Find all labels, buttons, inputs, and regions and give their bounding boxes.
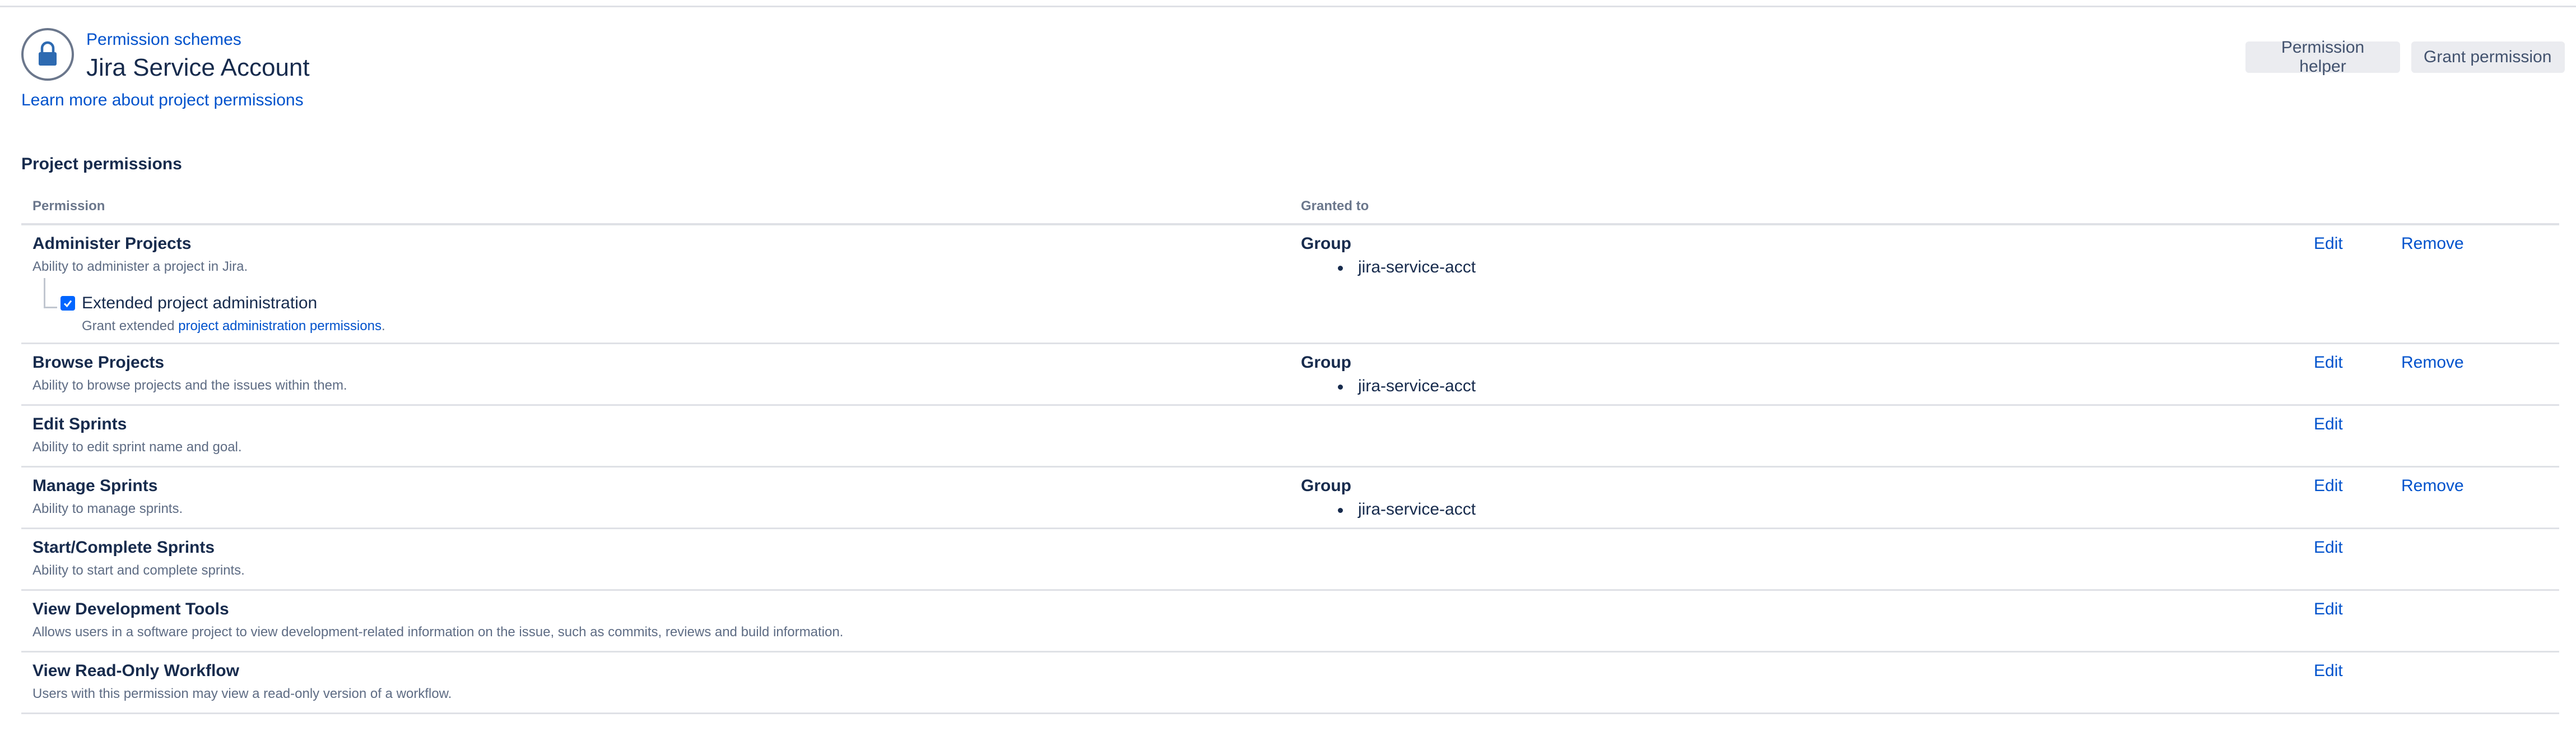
permission-name: Browse Projects — [32, 353, 165, 372]
permission-description: Ability to manage sprints. — [32, 501, 183, 516]
breadcrumb-permission-schemes[interactable]: Permission schemes — [86, 30, 241, 49]
remove-link[interactable]: Remove — [2401, 476, 2464, 496]
edit-link[interactable]: Edit — [2314, 600, 2343, 619]
edit-link[interactable]: Edit — [2314, 476, 2343, 496]
permission-description: Ability to browse projects and the issue… — [32, 378, 347, 393]
edit-link[interactable]: Edit — [2314, 353, 2343, 372]
permission-name: View Read-Only Workflow — [32, 661, 239, 680]
permission-description: Ability to administer a project in Jira. — [32, 259, 248, 274]
permission-name: Administer Projects — [32, 234, 192, 253]
permission-name: Edit Sprints — [32, 415, 127, 433]
edit-link[interactable]: Edit — [2314, 234, 2343, 253]
column-header-permission: Permission — [32, 198, 105, 214]
extended-admin-hint: Grant extended project administration pe… — [82, 318, 385, 334]
hint-suffix: . — [381, 318, 385, 334]
lock-icon — [39, 41, 57, 66]
bullet — [1338, 266, 1343, 271]
permission-description: Ability to edit sprint name and goal. — [32, 439, 242, 455]
table-header: Permission Granted to — [21, 191, 2559, 225]
project-admin-permissions-link[interactable]: project administration permissions — [178, 318, 382, 334]
permission-helper-button[interactable]: Permission helper — [2245, 38, 2400, 76]
edit-link[interactable]: Edit — [2314, 415, 2343, 434]
permissions-table: Permission Granted to Administer Project… — [21, 191, 2559, 714]
checkmark-icon — [63, 300, 72, 308]
permission-description: Users with this permission may view a re… — [32, 686, 452, 701]
edit-link[interactable]: Edit — [2314, 661, 2343, 681]
table-row: Edit Sprints Ability to edit sprint name… — [21, 406, 2559, 468]
permission-name: Manage Sprints — [32, 476, 158, 495]
remove-link[interactable]: Remove — [2401, 234, 2464, 253]
bullet — [1338, 385, 1343, 390]
table-row: Administer Projects Ability to administe… — [21, 225, 2559, 344]
bullet — [1338, 508, 1343, 513]
permission-description: Allows users in a software project to vi… — [32, 624, 844, 640]
table-row: View Read-Only Workflow Users with this … — [21, 653, 2559, 714]
group-member: jira-service-acct — [1358, 500, 1476, 519]
extended-admin-checkbox[interactable] — [61, 296, 75, 311]
group-member: jira-service-acct — [1358, 258, 1476, 276]
table-row: Browse Projects Ability to browse projec… — [21, 344, 2559, 406]
group-label: Group — [1301, 353, 1351, 372]
table-row: View Development Tools Allows users in a… — [21, 591, 2559, 653]
top-divider — [0, 6, 2576, 7]
group-label: Group — [1301, 234, 1351, 253]
table-row: Start/Complete Sprints Ability to start … — [21, 529, 2559, 591]
permission-description: Ability to start and complete sprints. — [32, 563, 245, 578]
edit-link[interactable]: Edit — [2314, 538, 2343, 557]
group-label: Group — [1301, 476, 1351, 495]
grant-permission-button[interactable]: Grant permission — [2411, 41, 2565, 73]
remove-link[interactable]: Remove — [2401, 353, 2464, 372]
page-title: Jira Service Account — [86, 54, 310, 81]
page-header: Permission schemes Jira Service Account … — [21, 28, 2565, 118]
extended-admin-label[interactable]: Extended project administration — [82, 294, 317, 313]
group-member: jira-service-acct — [1358, 377, 1476, 395]
tree-connector — [44, 278, 57, 308]
table-row: Manage Sprints Ability to manage sprints… — [21, 468, 2559, 529]
permission-name: Start/Complete Sprints — [32, 538, 215, 557]
project-avatar — [21, 28, 74, 81]
permission-name: View Development Tools — [32, 600, 229, 618]
column-header-granted-to: Granted to — [1301, 198, 1369, 214]
section-title: Project permissions — [21, 155, 182, 173]
learn-more-link[interactable]: Learn more about project permissions — [21, 91, 304, 110]
hint-prefix: Grant extended — [82, 318, 179, 334]
